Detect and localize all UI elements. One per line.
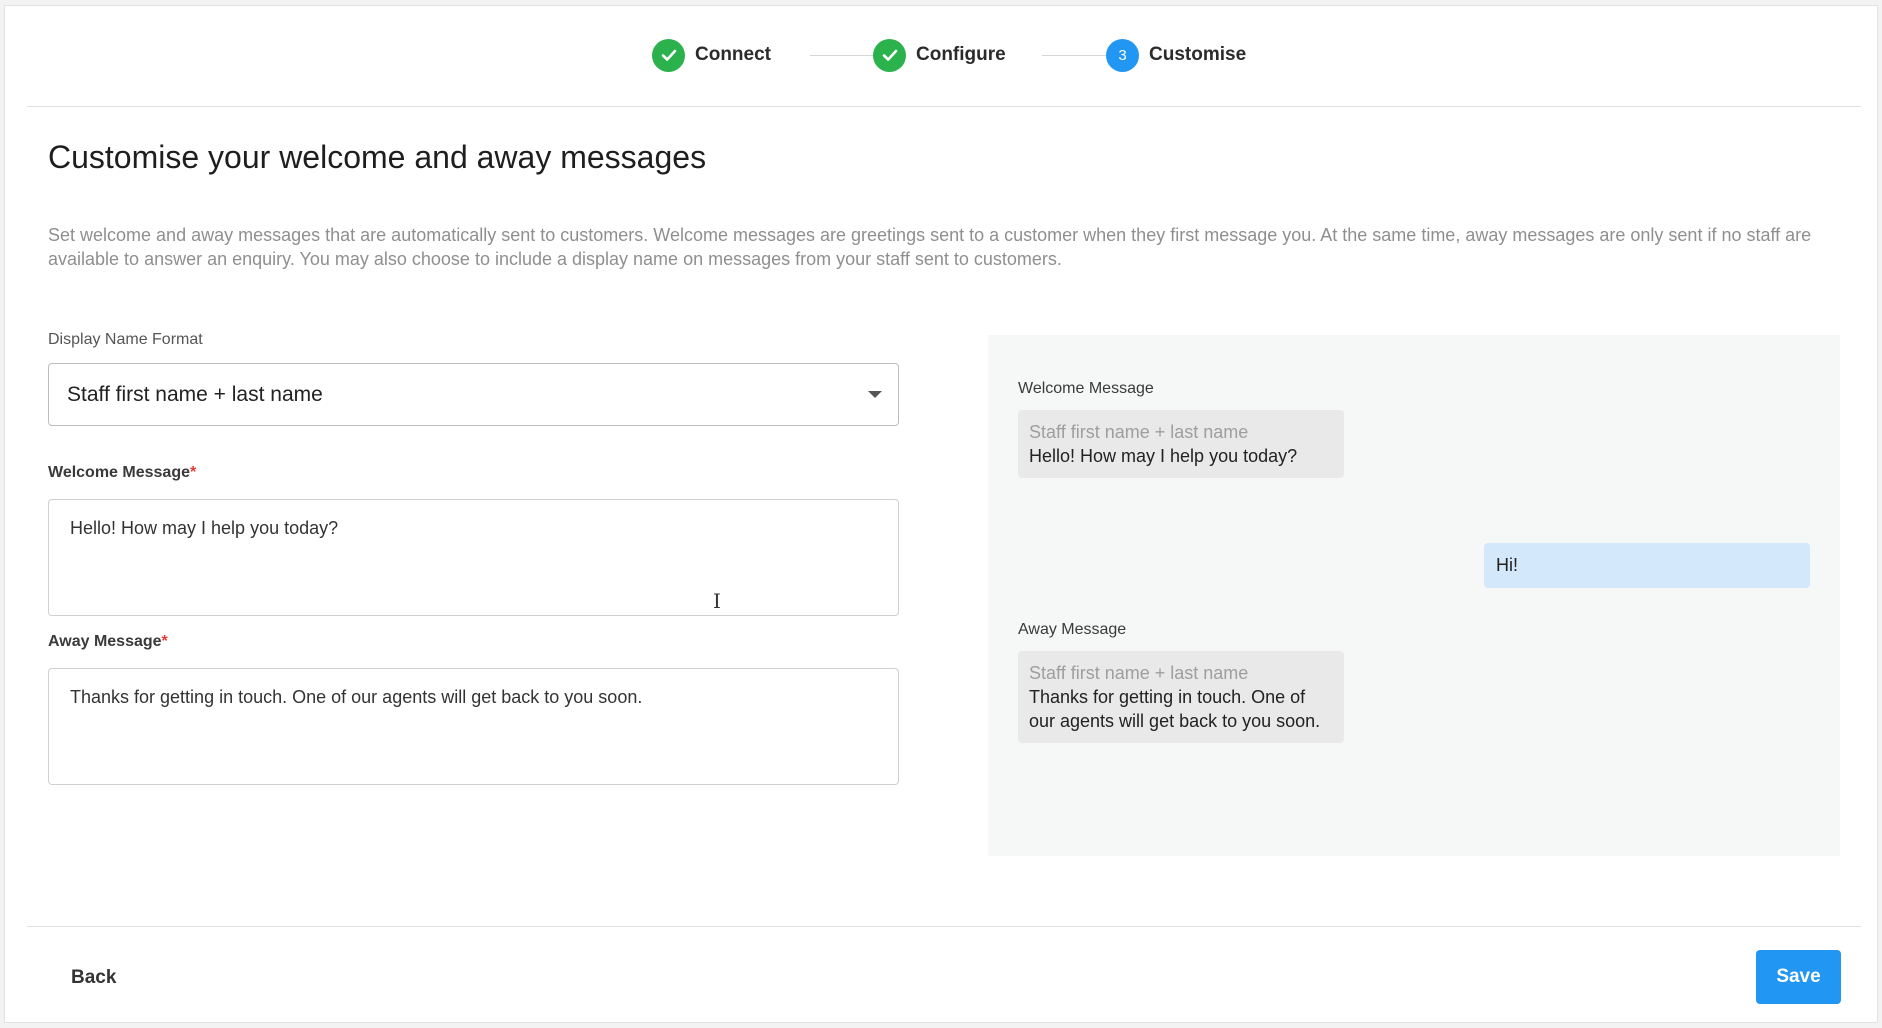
preview-customer-reply: Hi! <box>1484 543 1810 588</box>
preview-welcome-bubble: Staff first name + last name Hello! How … <box>1018 410 1344 478</box>
back-button[interactable]: Back <box>55 961 132 995</box>
preview-away-bubble: Staff first name + last name Thanks for … <box>1018 651 1344 743</box>
welcome-message-label: Welcome Message* <box>48 464 196 482</box>
message-preview-panel: Welcome Message Staff first name + last … <box>988 335 1840 856</box>
check-icon <box>652 38 685 72</box>
setup-wizard-page: Connect Configure 3 Customise Customise … <box>4 5 1878 1023</box>
step-label: Connect <box>695 44 771 65</box>
page-description: Set welcome and away messages that are a… <box>48 225 1812 269</box>
chevron-down-icon <box>868 391 882 398</box>
preview-away-text: Thanks for getting in touch. One of our … <box>1029 687 1321 731</box>
step-connect: Connect <box>652 38 771 72</box>
welcome-message-label-text: Welcome Message <box>48 464 190 481</box>
text-cursor-icon: I <box>713 589 721 613</box>
check-icon <box>873 38 906 72</box>
step-configure: Configure <box>873 38 1006 72</box>
away-message-label: Away Message* <box>48 633 168 651</box>
preview-sender-name: Staff first name + last name <box>1029 663 1249 683</box>
display-name-format-select[interactable]: Staff first name + last name <box>48 363 899 426</box>
preview-welcome-text: Hello! How may I help you today? <box>1029 446 1298 466</box>
step-connector <box>1042 55 1110 56</box>
away-message-label-text: Away Message <box>48 633 162 650</box>
away-message-textarea[interactable]: Thanks for getting in touch. One of our … <box>48 668 899 785</box>
footer-divider <box>27 926 1861 927</box>
required-mark: * <box>161 633 168 650</box>
preview-sender-name: Staff first name + last name <box>1029 422 1249 442</box>
select-value: Staff first name + last name <box>67 382 323 406</box>
welcome-message-textarea[interactable]: Hello! How may I help you today? <box>48 499 899 616</box>
step-connector <box>810 55 878 56</box>
step-label: Customise <box>1149 44 1247 65</box>
preview-welcome-label: Welcome Message <box>1018 380 1154 397</box>
save-button[interactable]: Save <box>1756 950 1841 1004</box>
step-number-badge: 3 <box>1106 38 1139 72</box>
step-customise: 3 Customise <box>1106 38 1246 72</box>
stepper: Connect Configure 3 Customise <box>27 6 1861 107</box>
display-name-format-label: Display Name Format <box>48 331 203 348</box>
required-mark: * <box>190 464 197 481</box>
preview-away-label: Away Message <box>1018 621 1127 638</box>
page-title: Customise your welcome and away messages <box>48 139 707 175</box>
step-label: Configure <box>916 44 1006 65</box>
